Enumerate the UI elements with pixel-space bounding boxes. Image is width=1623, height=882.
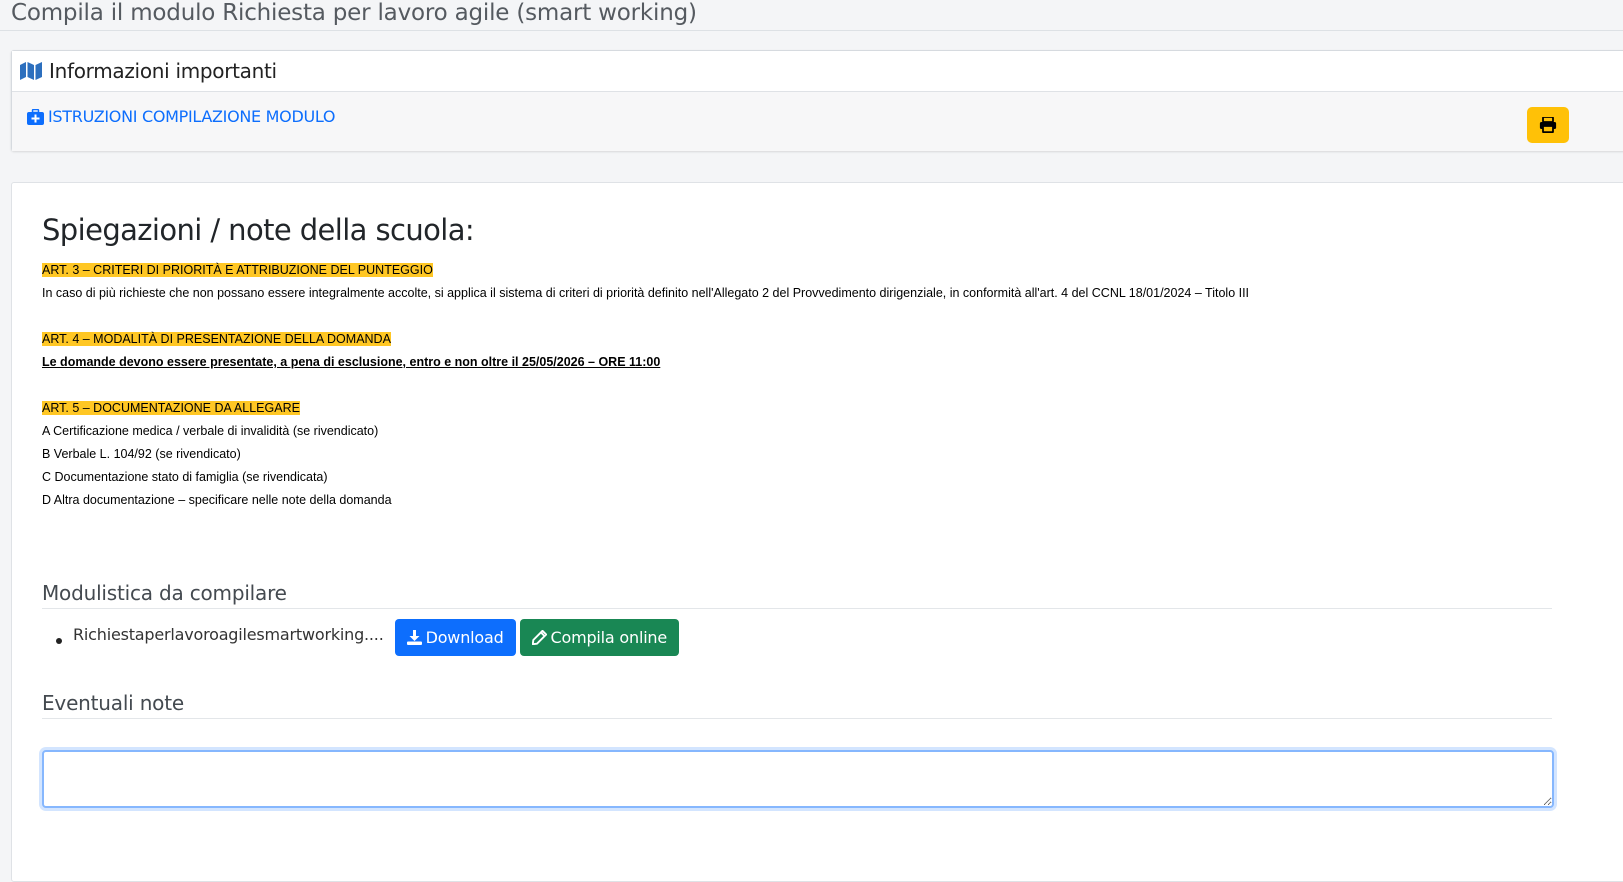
art5-heading: ART. 5 – DOCUMENTAZIONE DA ALLEGARE bbox=[42, 401, 300, 415]
compile-online-button[interactable]: Compila online bbox=[519, 618, 680, 656]
list-item: Richiestaperlavoroagilesmartworking.... … bbox=[42, 618, 680, 656]
download-icon bbox=[406, 629, 422, 645]
main-card: Spiegazioni / note della scuola: ART. 3 … bbox=[11, 182, 1623, 882]
important-info-header: Informazioni importanti bbox=[12, 51, 1623, 92]
art4-text: Le domande devono essere presentate, a p… bbox=[42, 355, 661, 369]
instructions-link[interactable]: ISTRUZIONI COMPILAZIONE MODULO bbox=[27, 107, 336, 126]
art4-heading: ART. 4 – MODALITÀ DI PRESENTAZIONE DELLA… bbox=[42, 332, 391, 346]
forms-list: Richiestaperlavoroagilesmartworking.... … bbox=[42, 618, 680, 656]
art5-item: D Altra documentazione – specificare nel… bbox=[42, 493, 392, 507]
art5-item: C Documentazione stato di famiglia (se r… bbox=[42, 470, 328, 484]
pencil-icon bbox=[531, 629, 547, 645]
important-info-body: ISTRUZIONI COMPILAZIONE MODULO bbox=[12, 92, 1623, 151]
important-info-title: Informazioni importanti bbox=[49, 59, 277, 83]
medkit-icon bbox=[27, 108, 44, 125]
print-button[interactable] bbox=[1527, 107, 1569, 143]
school-notes: ART. 3 – CRITERI DI PRIORITÀ E ATTRIBUZI… bbox=[42, 259, 1249, 512]
art3-text: In caso di più richieste che non possano… bbox=[42, 286, 1250, 300]
art5-item: A Certificazione medica / verbale di inv… bbox=[42, 424, 379, 438]
art5-item: B Verbale L. 104/92 (se rivendicato) bbox=[42, 447, 241, 461]
title-divider bbox=[0, 30, 1623, 31]
notes-textarea[interactable] bbox=[42, 750, 1554, 808]
instructions-link-label: ISTRUZIONI COMPILAZIONE MODULO bbox=[48, 107, 336, 126]
page-title: Compila il modulo Richiesta per lavoro a… bbox=[11, 0, 697, 26]
print-icon bbox=[1539, 117, 1557, 133]
bullet bbox=[56, 638, 62, 644]
art3-heading: ART. 3 – CRITERI DI PRIORITÀ E ATTRIBUZI… bbox=[42, 263, 433, 277]
form-file-name: Richiestaperlavoroagilesmartworking.... bbox=[73, 624, 384, 644]
download-button-label: Download bbox=[425, 627, 504, 647]
map-icon bbox=[20, 62, 42, 80]
download-button[interactable]: Download bbox=[394, 618, 516, 656]
compile-online-button-label: Compila online bbox=[550, 627, 668, 647]
forms-heading: Modulistica da compilare bbox=[42, 581, 1552, 609]
school-notes-title: Spiegazioni / note della scuola: bbox=[42, 213, 475, 247]
important-info-card: Informazioni importanti ISTRUZIONI COMPI… bbox=[11, 50, 1623, 151]
notes-heading: Eventuali note bbox=[42, 691, 1552, 719]
